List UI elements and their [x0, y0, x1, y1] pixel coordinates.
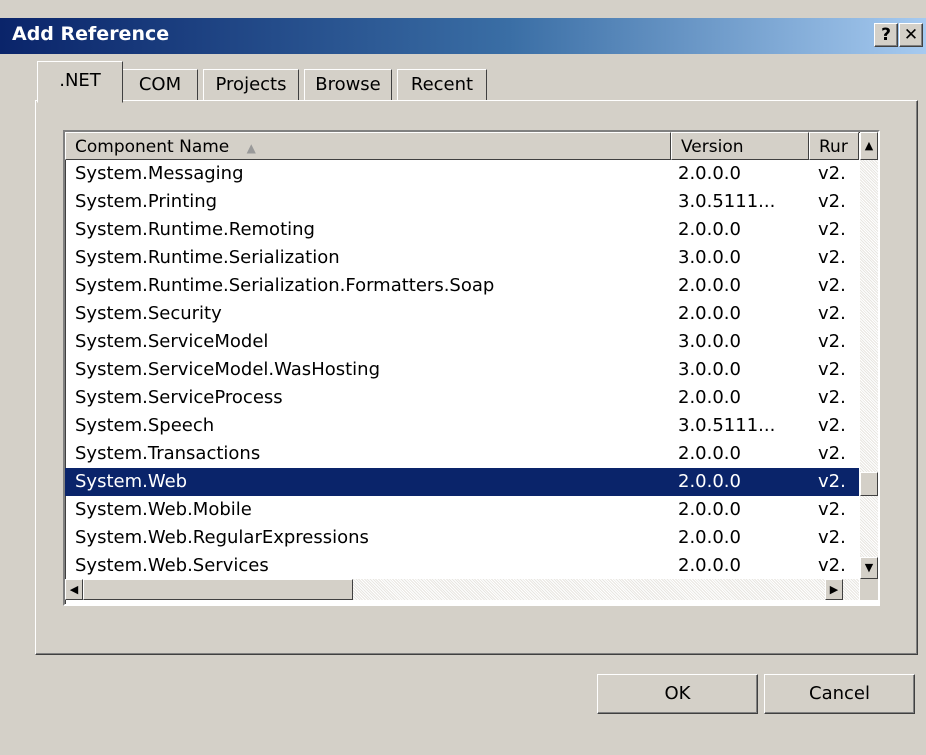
list-row[interactable]: System.Printing 3.0.5111... v2.: [65, 188, 859, 216]
column-header-version[interactable]: Version: [671, 132, 809, 160]
cell-runtime: v2.: [818, 555, 846, 576]
tab-recent[interactable]: Recent: [397, 69, 487, 101]
cell-runtime: v2.: [818, 359, 846, 380]
scrollbar-corner: [860, 579, 878, 600]
cell-version: 3.0.5111...: [678, 191, 776, 212]
list-row[interactable]: System.Messaging 2.0.0.0 v2.: [65, 160, 859, 188]
ok-button[interactable]: OK: [597, 674, 758, 714]
cancel-button[interactable]: Cancel: [764, 674, 915, 714]
cell-runtime: v2.: [818, 247, 846, 268]
list-row-selected[interactable]: System.Web 2.0.0.0 v2.: [65, 468, 859, 496]
tab-projects[interactable]: Projects: [203, 69, 299, 101]
cell-name: System.Runtime.Serialization: [75, 247, 340, 268]
cell-name: System.Runtime.Remoting: [75, 219, 315, 240]
scroll-left-icon[interactable]: ◀: [65, 579, 83, 600]
cell-version: 2.0.0.0: [678, 499, 741, 520]
list-row[interactable]: System.Runtime.Remoting 2.0.0.0 v2.: [65, 216, 859, 244]
cell-name: System.Transactions: [75, 443, 261, 464]
list-row[interactable]: System.ServiceModel 3.0.0.0 v2.: [65, 328, 859, 356]
cell-name: System.Web.RegularExpressions: [75, 527, 369, 548]
cell-name: System.ServiceModel: [75, 331, 269, 352]
tab-browse[interactable]: Browse: [304, 69, 392, 101]
cell-runtime: v2.: [818, 499, 846, 520]
cell-version: 2.0.0.0: [678, 443, 741, 464]
help-button[interactable]: ?: [874, 23, 898, 47]
vertical-scroll-thumb[interactable]: [860, 472, 878, 496]
cell-name: System.Security: [75, 303, 222, 324]
cell-name: System.Web.Mobile: [75, 499, 252, 520]
cell-name: System.Runtime.Serialization.Formatters.…: [75, 275, 495, 296]
cell-name: System.Web.Services: [75, 555, 269, 576]
list-row[interactable]: System.Runtime.Serialization.Formatters.…: [65, 272, 859, 300]
cell-name: System.Messaging: [75, 163, 244, 184]
list-row[interactable]: System.ServiceProcess 2.0.0.0 v2.: [65, 384, 859, 412]
cell-runtime: v2.: [818, 387, 846, 408]
cell-runtime: v2.: [818, 527, 846, 548]
list-row[interactable]: System.Speech 3.0.5111... v2.: [65, 412, 859, 440]
cell-runtime: v2.: [818, 275, 846, 296]
cell-version: 2.0.0.0: [678, 303, 741, 324]
cell-name: System.ServiceProcess: [75, 387, 283, 408]
cell-version: 3.0.0.0: [678, 247, 741, 268]
list-row[interactable]: System.ServiceModel.WasHosting 3.0.0.0 v2.: [65, 356, 859, 384]
component-list[interactable]: Component Name ▲ Version Rur System.Mess…: [63, 130, 880, 606]
title-bar[interactable]: Add Reference ? ✕: [0, 18, 926, 54]
window-top-strip: [0, 0, 926, 19]
cell-name: System.ServiceModel.WasHosting: [75, 359, 381, 380]
horizontal-scrollbar[interactable]: ◀ ▶: [65, 579, 859, 600]
cell-runtime: v2.: [818, 471, 846, 492]
list-row[interactable]: System.Runtime.Serialization 3.0.0.0 v2.: [65, 244, 859, 272]
scroll-up-icon[interactable]: ▲: [860, 132, 878, 160]
list-row[interactable]: System.Web.Services 2.0.0.0 v2.: [65, 552, 859, 580]
cell-runtime: v2.: [818, 303, 846, 324]
cell-version: 3.0.0.0: [678, 331, 741, 352]
cell-version: 2.0.0.0: [678, 555, 741, 576]
close-button[interactable]: ✕: [899, 23, 923, 47]
cell-version: 2.0.0.0: [678, 387, 741, 408]
cell-runtime: v2.: [818, 415, 846, 436]
cell-name: System.Printing: [75, 191, 218, 212]
cell-name: System.Web: [75, 471, 188, 492]
tab-dotnet[interactable]: .NET: [37, 61, 123, 103]
list-row[interactable]: System.Web.RegularExpressions 2.0.0.0 v2.: [65, 524, 859, 552]
column-header-runtime[interactable]: Rur: [809, 132, 859, 160]
cell-version: 2.0.0.0: [678, 163, 741, 184]
column-header-component-name[interactable]: Component Name ▲: [65, 132, 671, 160]
cell-runtime: v2.: [818, 331, 846, 352]
column-header-label: Component Name: [75, 137, 230, 157]
cell-version: 2.0.0.0: [678, 471, 741, 492]
list-row[interactable]: System.Web.Mobile 2.0.0.0 v2.: [65, 496, 859, 524]
cell-version: 2.0.0.0: [678, 219, 741, 240]
sort-ascending-icon: ▲: [246, 141, 256, 155]
vertical-scrollbar[interactable]: ▲ ▼: [860, 132, 878, 579]
cell-version: 2.0.0.0: [678, 275, 741, 296]
list-row[interactable]: System.Security 2.0.0.0 v2.: [65, 300, 859, 328]
cell-version: 2.0.0.0: [678, 527, 741, 548]
cell-runtime: v2.: [818, 443, 846, 464]
cell-runtime: v2.: [818, 163, 846, 184]
cell-name: System.Speech: [75, 415, 215, 436]
list-row[interactable]: System.Transactions 2.0.0.0 v2.: [65, 440, 859, 468]
cell-version: 3.0.5111...: [678, 415, 776, 436]
cell-version: 3.0.0.0: [678, 359, 741, 380]
scroll-down-icon[interactable]: ▼: [860, 557, 878, 579]
tab-com[interactable]: COM: [122, 69, 198, 101]
scroll-right-icon[interactable]: ▶: [825, 579, 843, 600]
window-title: Add Reference: [12, 23, 170, 45]
horizontal-scroll-thumb[interactable]: [83, 579, 353, 600]
cell-runtime: v2.: [818, 191, 846, 212]
cell-runtime: v2.: [818, 219, 846, 240]
